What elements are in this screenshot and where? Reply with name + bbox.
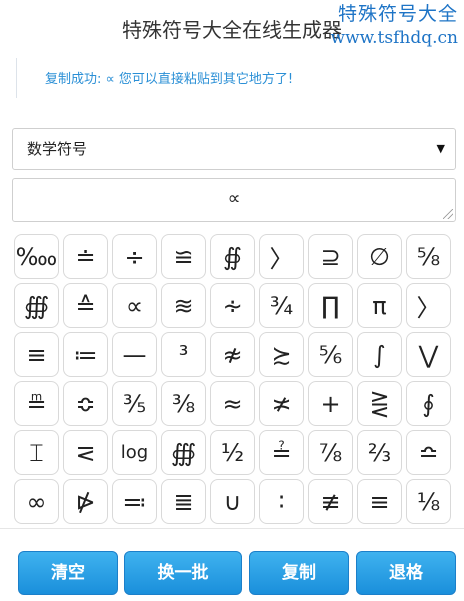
symbol-cell[interactable]: ≋ (161, 283, 206, 328)
symbol-cell[interactable]: ≈ (210, 381, 255, 426)
category-select[interactable]: 数学符号 ▼ (12, 128, 456, 170)
symbol-cell[interactable]: ∰ (14, 283, 59, 328)
symbol-cell[interactable]: + (308, 381, 353, 426)
symbol-cell[interactable]: ⅜ (161, 381, 206, 426)
symbol-cell[interactable]: ⅛ (406, 479, 451, 524)
category-select-value: 数学符号 (27, 140, 88, 158)
symbol-cell[interactable]: ⌶ (14, 430, 59, 475)
symbol-grid: ‱ ≐ ÷ ≌ ∯ 〉 ⊇ ∅ ⅝ ∰ ≙ ∝ ≋ ∻ ¾ ∏ π 〉 ≡ ≔ — ³ ≉ ≿ ⅚ ∫ ⋁ ≞ ≎ ⅗ ⅜ ≈ ≭ + ⋛ ∮ ⌶ ⋜ lo… (14, 234, 451, 524)
watermark-name: 特殊符号大全 (337, 3, 458, 25)
symbol-cell[interactable]: ⅚ (308, 332, 353, 377)
symbol-cell[interactable]: ⋁ (406, 332, 451, 377)
symbol-cell[interactable]: ∫ (357, 332, 402, 377)
symbol-cell[interactable]: ∏ (308, 283, 353, 328)
generator-page: 特殊符号大全在线生成器 特殊符号大全 www.tsfhdq.cn 复制成功: ∝… (0, 0, 464, 601)
symbol-cell[interactable]: ∞ (14, 479, 59, 524)
symbol-cell[interactable]: ⋛ (357, 381, 402, 426)
symbol-cell[interactable]: ³ (161, 332, 206, 377)
symbol-cell[interactable]: ∅ (357, 234, 402, 279)
symbol-cell[interactable]: ≿ (259, 332, 304, 377)
symbol-cell[interactable]: log (112, 430, 157, 475)
symbol-cell[interactable]: 〉 (259, 234, 304, 279)
symbol-cell[interactable]: ≏ (406, 430, 451, 475)
symbol-cell[interactable]: ≡ (357, 479, 402, 524)
symbol-output-textarea[interactable]: ∝ (12, 178, 456, 222)
symbol-cell[interactable]: 〉 (406, 283, 451, 328)
symbol-cell[interactable]: ⅔ (357, 430, 402, 475)
symbol-cell[interactable]: ≙ (63, 283, 108, 328)
symbol-cell[interactable]: ≕ (112, 479, 157, 524)
caret-down-icon: ▼ (436, 142, 445, 155)
symbol-cell[interactable]: ∯ (210, 234, 255, 279)
symbol-cell[interactable]: ⋫ (63, 479, 108, 524)
symbol-cell[interactable]: ⅞ (308, 430, 353, 475)
symbol-cell[interactable]: ≡ (14, 332, 59, 377)
copy-status-message: 复制成功: ∝ 您可以直接粘贴到其它地方了! (16, 58, 456, 98)
next-batch-button[interactable]: 换一批 (124, 551, 242, 595)
symbol-cell[interactable]: ⊇ (308, 234, 353, 279)
output-text: ∝ (227, 188, 241, 209)
backspace-button[interactable]: 退格 (356, 551, 456, 595)
symbol-cell[interactable]: ¾ (259, 283, 304, 328)
symbol-cell[interactable]: ≞ (14, 381, 59, 426)
clear-button[interactable]: 清空 (18, 551, 118, 595)
symbol-cell[interactable]: ≣ (161, 479, 206, 524)
site-watermark: 特殊符号大全 www.tsfhdq.cn (331, 2, 458, 50)
symbol-cell[interactable]: ≔ (63, 332, 108, 377)
symbol-cell[interactable]: ½ (210, 430, 255, 475)
symbol-cell[interactable]: ∶ (259, 479, 304, 524)
symbol-cell[interactable]: ⋜ (63, 430, 108, 475)
symbol-cell[interactable]: ÷ (112, 234, 157, 279)
symbol-cell[interactable]: ∮ (406, 381, 451, 426)
symbol-cell[interactable]: — (112, 332, 157, 377)
symbol-cell[interactable]: ∰ (161, 430, 206, 475)
symbol-cell[interactable]: ∝ (112, 283, 157, 328)
symbol-cell[interactable]: ≟ (259, 430, 304, 475)
symbol-cell[interactable]: π (357, 283, 402, 328)
symbol-cell[interactable]: ≭ (259, 381, 304, 426)
symbol-cell[interactable]: ⅝ (406, 234, 451, 279)
symbol-cell[interactable]: ⅗ (112, 381, 157, 426)
symbol-cell[interactable]: ‱ (14, 234, 59, 279)
resize-grip-icon[interactable] (443, 209, 453, 219)
copy-button[interactable]: 复制 (249, 551, 349, 595)
symbol-cell[interactable]: ≌ (161, 234, 206, 279)
symbol-cell[interactable]: ≐ (63, 234, 108, 279)
symbol-cell[interactable]: ≎ (63, 381, 108, 426)
symbol-cell[interactable]: ≢ (308, 479, 353, 524)
divider (0, 528, 464, 529)
watermark-url: www.tsfhdq.cn (330, 28, 458, 48)
symbol-cell[interactable]: ≉ (210, 332, 255, 377)
symbol-cell[interactable]: ∻ (210, 283, 255, 328)
symbol-cell[interactable]: ∪ (210, 479, 255, 524)
